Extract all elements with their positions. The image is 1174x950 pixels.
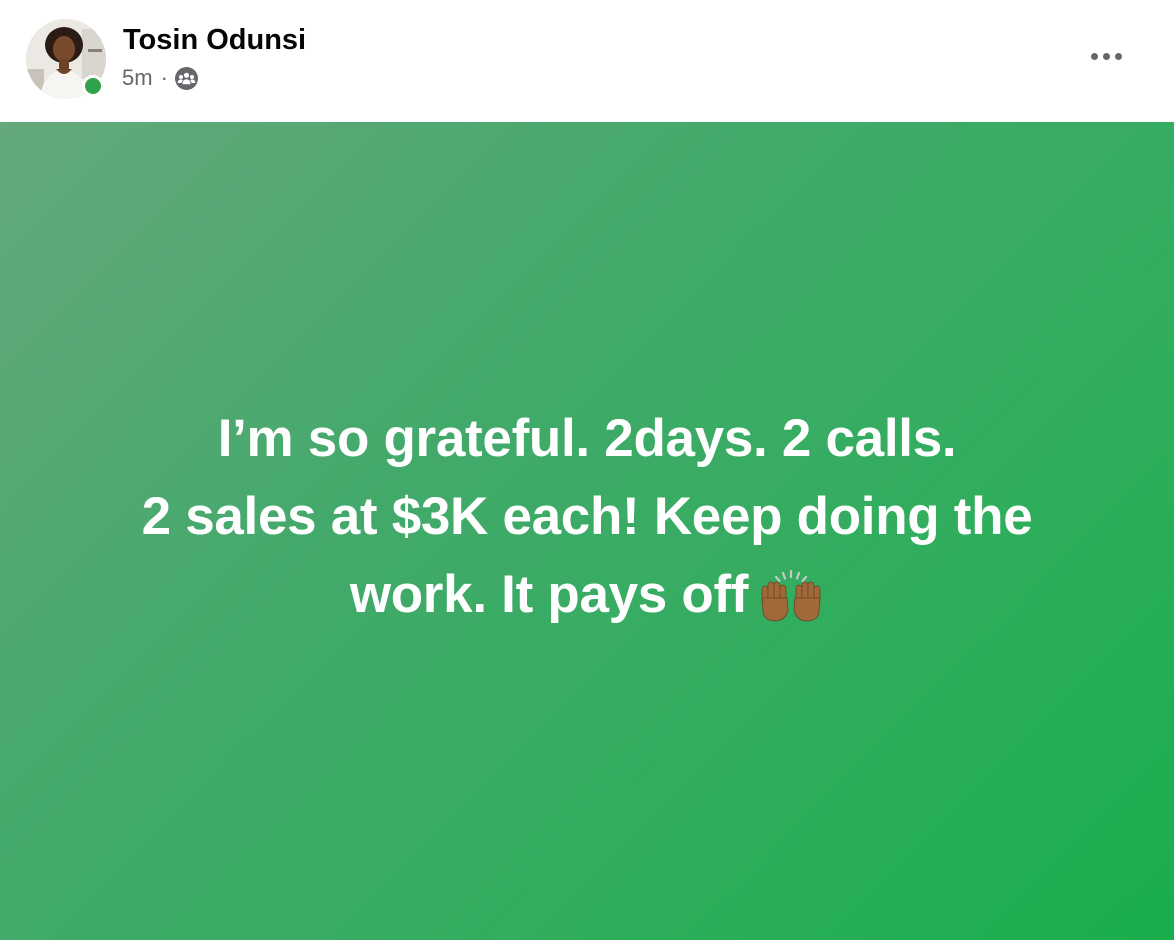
author-avatar-container[interactable]	[26, 19, 106, 99]
post-timestamp[interactable]: 5m	[122, 65, 153, 91]
more-options-icon-dot	[1114, 52, 1122, 60]
post-text-line: 2 sales at $3K each! Keep doing the	[141, 487, 1033, 546]
meta-separator: ·	[160, 65, 168, 90]
post-text-line: I’m so grateful. 2days. 2 calls.	[217, 409, 957, 468]
post-text-line-last: work. It pays off	[47, 556, 1127, 634]
author-name[interactable]: Tosin Odunsi	[123, 22, 306, 58]
post-text: I’m so grateful. 2days. 2 calls. 2 sales…	[47, 400, 1127, 634]
post-background[interactable]: I’m so grateful. 2days. 2 calls. 2 sales…	[0, 122, 1174, 940]
post-card: Tosin Odunsi 5m · I’m so grateful. 2days…	[0, 0, 1174, 950]
post-text-line: work. It pays off	[349, 565, 749, 624]
more-options-icon-dot	[1102, 52, 1110, 60]
group-icon[interactable]	[174, 66, 199, 91]
raised-hands-icon	[758, 566, 824, 622]
more-options-icon	[1090, 52, 1098, 60]
post-footer-edge	[0, 940, 1174, 950]
more-options-button[interactable]	[1078, 36, 1134, 76]
online-status-indicator	[82, 75, 104, 97]
post-header: Tosin Odunsi 5m ·	[0, 0, 1174, 122]
post-meta: 5m ·	[122, 63, 199, 93]
